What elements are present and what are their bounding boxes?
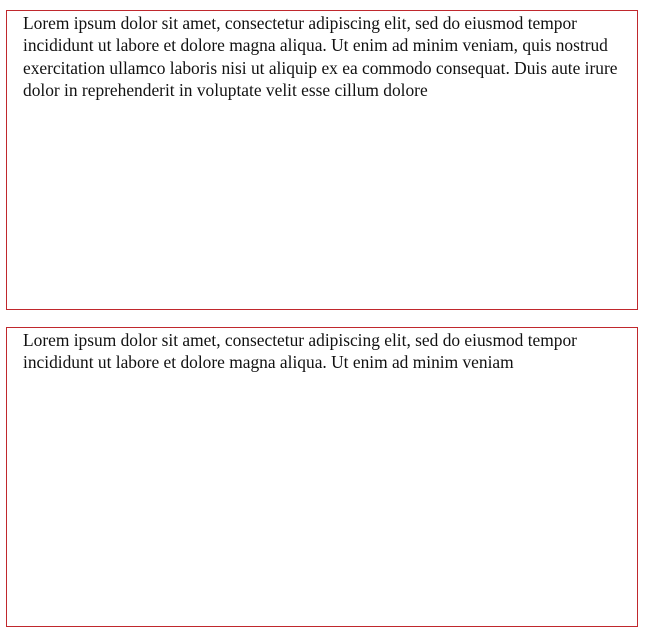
text-box-1: Lorem ipsum dolor sit amet, consectetur … — [6, 10, 638, 310]
text-box-2-content: Lorem ipsum dolor sit amet, consectetur … — [23, 330, 577, 373]
text-box-2: Lorem ipsum dolor sit amet, consectetur … — [6, 327, 638, 627]
text-box-1-content: Lorem ipsum dolor sit amet, consectetur … — [23, 13, 618, 101]
